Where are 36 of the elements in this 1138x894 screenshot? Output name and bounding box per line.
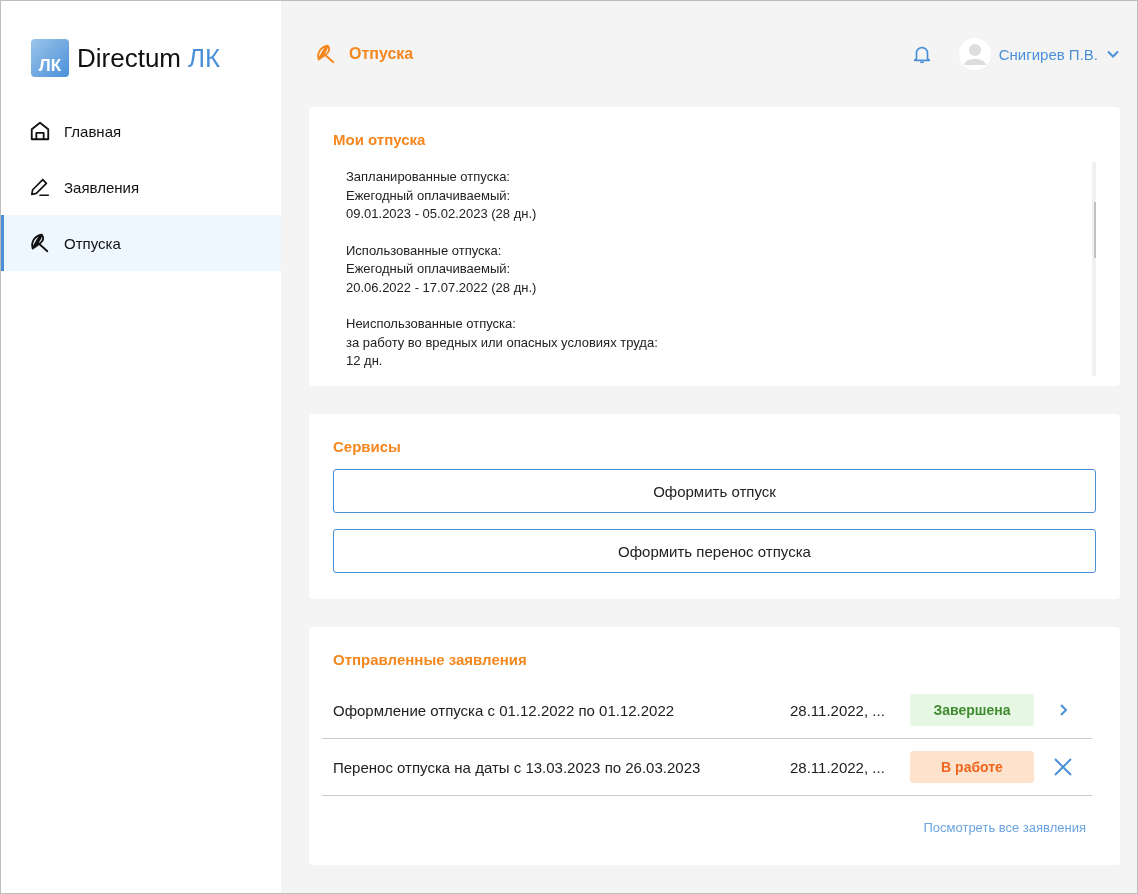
sidebar-item[interactable]: Отпуска	[1, 215, 281, 271]
vacation-text: Неиспользованные отпуска:	[346, 315, 517, 333]
status-badge: В работе	[910, 751, 1034, 783]
umbrella-icon	[315, 43, 337, 65]
nav-label[interactable]: Отпуска	[64, 234, 121, 252]
vacation-text: Запланированные отпуска:	[346, 168, 511, 186]
nav-label[interactable]: Заявления	[64, 178, 140, 196]
avatar-icon	[958, 38, 991, 70]
request-date: 28.11.2022, ...	[790, 701, 886, 719]
service-button[interactable]: Оформить перенос отпуска	[333, 529, 1096, 573]
home-icon	[29, 120, 51, 142]
page-title: Отпуска	[349, 45, 414, 63]
vacation-text: 09.01.2023 - 05.02.2023 (28 дн.)	[346, 205, 538, 223]
request-title[interactable]: Перенос отпуска на даты с 13.03.2023 по 26.03.2023	[333, 758, 790, 776]
request-date: 28.11.2022, ...	[790, 758, 886, 776]
sidebar-item[interactable]: Главная	[1, 103, 281, 159]
section-title: Сервисы	[333, 438, 402, 455]
close-icon[interactable]	[1053, 757, 1073, 777]
vacation-text: Ежегодный оплачиваемый:	[346, 186, 512, 205]
section-title: Отправленные заявления	[333, 651, 528, 668]
section-title: Мои отпуска	[333, 131, 427, 148]
logo-icon: ЛК	[31, 39, 69, 77]
vacation-text: Ежегодный оплачиваемый:	[346, 260, 512, 278]
pen-icon	[29, 176, 51, 198]
nav-label[interactable]: Главная	[64, 122, 122, 140]
vacation-text: 20.06.2022 - 17.07.2022 (28 дн.)	[346, 278, 538, 297]
logo-text: Directum	[77, 42, 181, 74]
umbrella-icon	[29, 232, 51, 254]
vacation-text: 12 дн.	[346, 352, 384, 370]
sidebar-item[interactable]: Заявления	[1, 159, 281, 215]
vacation-text: Использованные отпуска:	[346, 241, 503, 260]
logo-suffix: ЛК	[188, 42, 221, 74]
status-badge: Завершена	[910, 694, 1034, 726]
service-button[interactable]: Оформить отпуск	[333, 469, 1096, 513]
vacation-text: за работу во вредных или опасных условиях труда:	[346, 333, 659, 352]
request-title[interactable]: Оформление отпуска с 01.12.2022 по 01.12.2022	[333, 701, 790, 719]
